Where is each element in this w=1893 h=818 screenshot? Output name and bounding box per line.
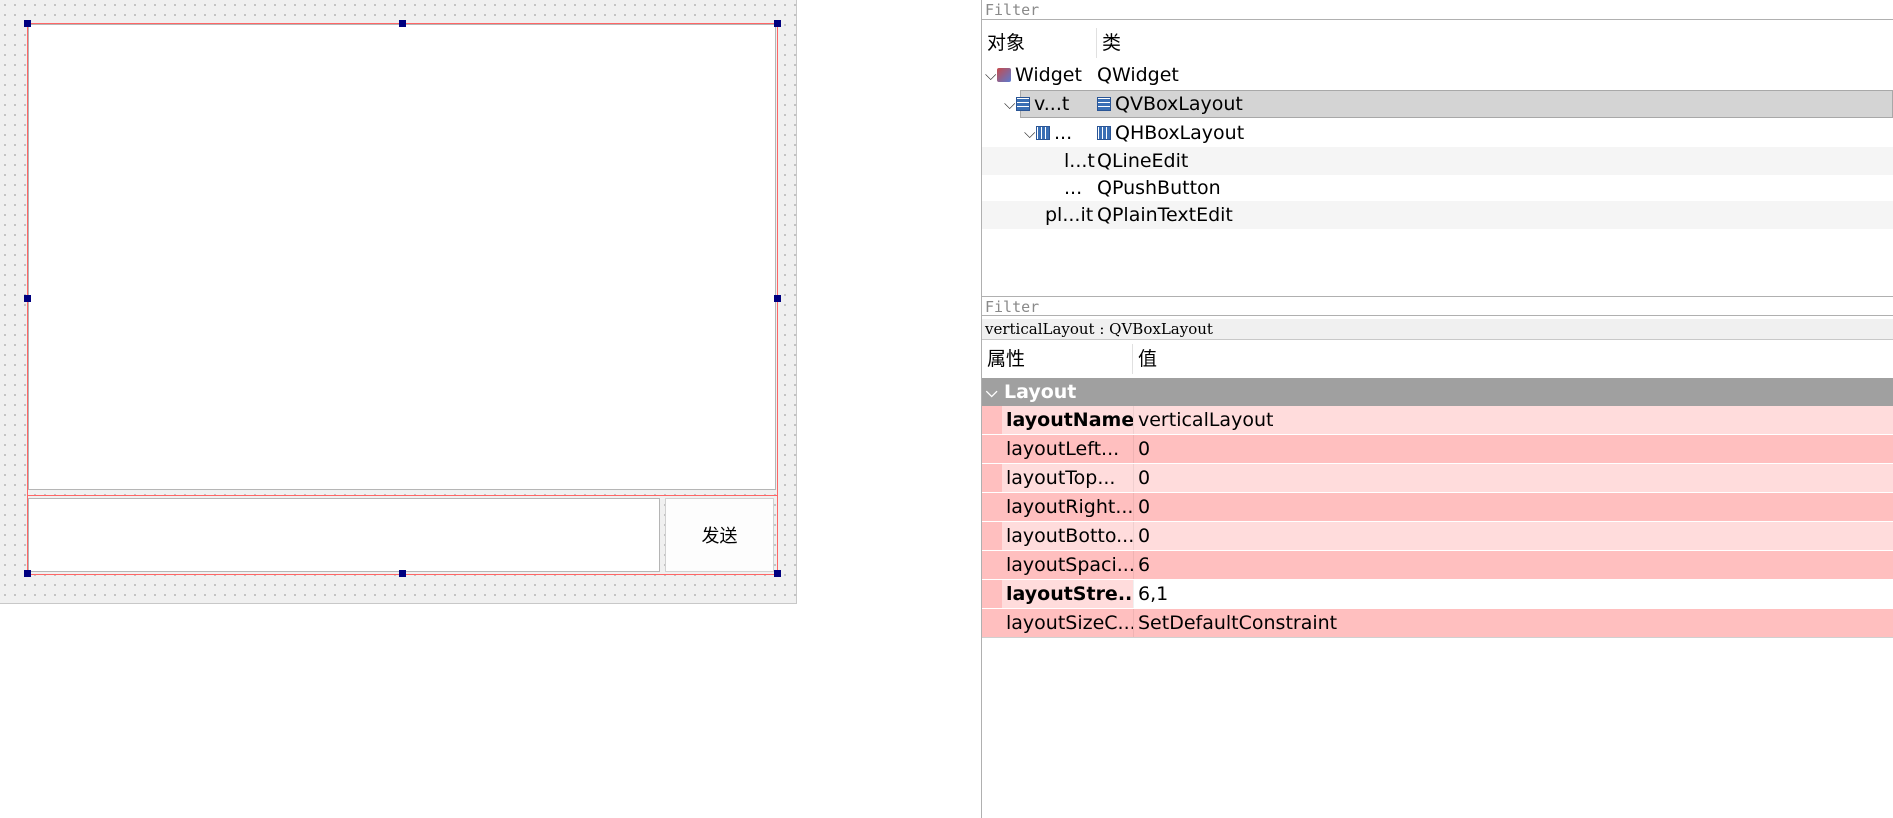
property-name: layoutLeft...	[1006, 438, 1120, 460]
resize-handle-right[interactable]	[774, 295, 781, 302]
tree-object-name: ...	[1064, 177, 1083, 199]
property-row[interactable]: layoutBotto... 0	[982, 522, 1893, 551]
column-header-property[interactable]: 属性	[982, 344, 1133, 374]
tree-class-name: QPlainTextEdit	[1097, 204, 1233, 226]
category-label: Layout	[1004, 381, 1077, 403]
property-row[interactable]: layoutTop... 0	[982, 464, 1893, 493]
hbox-layout-icon	[1036, 126, 1050, 140]
tree-object-name: l...t	[1064, 150, 1095, 172]
property-name: layoutSizeC...	[1006, 612, 1133, 634]
property-row[interactable]: layoutSizeC... SetDefaultConstraint	[982, 609, 1893, 638]
category-layout[interactable]: ⌵ Layout	[982, 378, 1893, 406]
property-value[interactable]: SetDefaultConstraint	[1133, 609, 1893, 637]
property-value[interactable]: 6	[1133, 551, 1893, 579]
property-name: layoutBotto...	[1006, 525, 1133, 547]
widget-icon	[997, 68, 1011, 82]
property-value[interactable]: 0	[1133, 464, 1893, 492]
tree-class-name: QHBoxLayout	[1115, 122, 1245, 144]
vbox-layout-icon	[1097, 97, 1111, 111]
tree-row-plain-text-edit[interactable]: pl...it QPlainTextEdit	[982, 201, 1893, 229]
chevron-down-icon[interactable]: ⌵	[1004, 94, 1016, 114]
property-editor-header: 属性 值	[982, 344, 1893, 374]
form-canvas[interactable]: 发送	[0, 0, 797, 604]
plain-text-edit[interactable]	[28, 24, 776, 490]
property-row[interactable]: layoutLeft... 0	[982, 435, 1893, 464]
object-inspector-header: 对象 类	[982, 28, 1893, 58]
chevron-down-icon[interactable]: ⌵	[1024, 123, 1036, 143]
tree-object-name: v...t	[1034, 93, 1070, 115]
line-edit[interactable]	[28, 498, 660, 572]
object-filter-input[interactable]: Filter	[982, 0, 1893, 20]
property-name: layoutStre...	[1006, 583, 1133, 605]
tree-row-line-edit[interactable]: l...t QLineEdit	[982, 147, 1893, 175]
resize-handle-top-right[interactable]	[774, 20, 781, 27]
property-name: layoutName	[1006, 409, 1133, 431]
tree-row-horizontal-layout[interactable]: ⌵ ... QHBoxLayout	[982, 119, 1893, 147]
chevron-down-icon[interactable]: ⌵	[985, 65, 997, 85]
property-list-end-divider	[982, 637, 1893, 638]
property-name: layoutRight...	[1006, 496, 1133, 518]
property-value[interactable]: 0	[1133, 493, 1893, 521]
tree-row-push-button[interactable]: ... QPushButton	[982, 174, 1893, 202]
tree-row-widget[interactable]: ⌵ Widget QWidget	[982, 61, 1893, 89]
property-row[interactable]: layoutRight... 0	[982, 493, 1893, 522]
property-row[interactable]: layoutSpaci... 6	[982, 551, 1893, 580]
current-object-label: verticalLayout : QVBoxLayout	[982, 319, 1893, 340]
property-name: layoutTop...	[1006, 467, 1116, 489]
property-value[interactable]: 0	[1133, 522, 1893, 550]
property-value[interactable]: verticalLayout	[1133, 406, 1893, 434]
chevron-down-icon[interactable]: ⌵	[986, 382, 998, 402]
tree-class-name: QWidget	[1097, 64, 1179, 86]
property-row[interactable]: layoutName verticalLayout	[982, 406, 1893, 435]
tree-class-name: QVBoxLayout	[1115, 93, 1243, 115]
resize-handle-bottom[interactable]	[399, 570, 406, 577]
property-value[interactable]: 0	[1133, 435, 1893, 463]
resize-handle-top-left[interactable]	[24, 20, 31, 27]
vbox-layout-icon	[1016, 97, 1030, 111]
tree-row-vertical-layout[interactable]: ⌵ v...t QVBoxLayout	[982, 90, 1893, 118]
tree-object-name: ...	[1054, 122, 1073, 144]
hbox-layout-icon	[1097, 126, 1111, 140]
property-row-editing[interactable]: layoutStre... 6,1	[982, 580, 1893, 609]
property-name: layoutSpaci...	[1006, 554, 1133, 576]
resize-handle-bottom-left[interactable]	[24, 570, 31, 577]
resize-handle-bottom-right[interactable]	[774, 570, 781, 577]
column-header-class[interactable]: 类	[1097, 28, 1121, 58]
resize-handle-left[interactable]	[24, 295, 31, 302]
tree-object-name: Widget	[1015, 64, 1082, 86]
tree-class-name: QPushButton	[1097, 177, 1221, 199]
column-header-object[interactable]: 对象	[982, 28, 1097, 58]
property-filter-input[interactable]: Filter	[982, 296, 1893, 316]
property-value-editor[interactable]: 6,1	[1133, 580, 1893, 608]
tree-class-name: QLineEdit	[1097, 150, 1189, 172]
column-header-value[interactable]: 值	[1133, 344, 1157, 374]
resize-handle-top[interactable]	[399, 20, 406, 27]
tree-object-name: pl...it	[1045, 204, 1094, 226]
send-button[interactable]: 发送	[665, 498, 774, 572]
